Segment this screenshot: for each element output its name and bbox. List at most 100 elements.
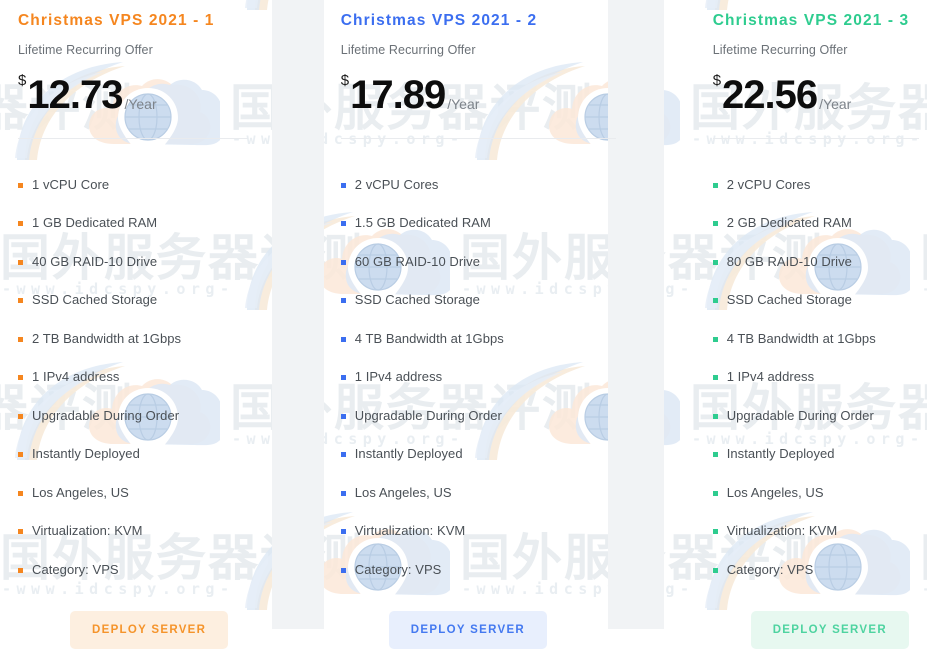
list-item: Los Angeles, US [340, 473, 616, 512]
bullet-square-icon [340, 413, 346, 419]
bullet-square-icon [18, 182, 23, 188]
price-currency-symbol: $ [712, 72, 722, 89]
bullet-square-icon [340, 490, 346, 496]
bullet-square-icon [712, 529, 718, 535]
list-item: 1.5 GB Dedicated RAM [340, 204, 616, 243]
bullet-square-icon [18, 567, 23, 573]
list-item: Upgradable During Order [340, 396, 616, 435]
deploy-server-button[interactable]: Deploy Server [70, 610, 229, 649]
list-item: Upgradable During Order [712, 396, 919, 435]
list-item: 2 GB Dedicated RAM [712, 204, 919, 243]
feature-label: 1 GB Dedicated RAM [32, 215, 158, 231]
bullet-square-icon [712, 452, 718, 458]
feature-label: Category: VPS [32, 561, 119, 577]
feature-label: Virtualization: KVM [32, 523, 143, 539]
feature-label: 1 IPv4 address [726, 369, 815, 385]
feature-label: Instantly Deployed [354, 446, 463, 462]
bullet-square-icon [340, 182, 346, 188]
list-item: 1 GB Dedicated RAM [18, 204, 248, 243]
list-item: 4 TB Bandwidth at 1Gbps [712, 319, 919, 358]
plan-feature-list: 2 vCPU Cores 2 GB Dedicated RAM 80 GB RAID… [712, 139, 919, 589]
feature-label: 4 TB Bandwidth at 1Gbps [726, 330, 876, 346]
list-item: SSD Cached Storage [340, 281, 616, 320]
feature-label: Instantly Deployed [726, 446, 835, 462]
list-item: 4 TB Bandwidth at 1Gbps [340, 319, 616, 358]
list-item: 2 TB Bandwidth at 1Gbps [18, 319, 248, 358]
list-item: 1 IPv4 address [712, 358, 919, 397]
bullet-square-icon [712, 259, 718, 265]
plan-title: Christmas VPS 2021 - 3 [712, 12, 910, 29]
bullet-square-icon [712, 298, 718, 304]
list-item: 1 IPv4 address [340, 358, 616, 397]
price-period: /Year [124, 96, 157, 112]
bullet-square-icon [712, 182, 718, 188]
pricing-plan-card-3: Christmas VPS 2021 - 3 Lifetime Recurring… [680, 0, 927, 649]
price-period: /Year [819, 96, 852, 112]
bullet-square-icon [18, 336, 23, 342]
list-item: Los Angeles, US [712, 473, 919, 512]
feature-label: Virtualization: KVM [354, 523, 466, 539]
price-period: /Year [447, 96, 480, 112]
bullet-square-icon [712, 221, 718, 227]
feature-label: 4 TB Bandwidth at 1Gbps [354, 330, 504, 346]
plan-subtitle: Lifetime Recurring Offer [18, 43, 153, 57]
price-amount: 12.73 [27, 73, 123, 117]
feature-label: SSD Cached Storage [726, 292, 852, 308]
bullet-square-icon [18, 375, 23, 381]
price-amount: 17.89 [350, 73, 446, 117]
list-item: Instantly Deployed [18, 435, 248, 474]
feature-label: 2 GB Dedicated RAM [726, 215, 852, 231]
feature-label: SSD Cached Storage [32, 292, 158, 308]
bullet-square-icon [340, 567, 346, 573]
feature-label: 1 IPv4 address [354, 369, 443, 385]
list-item: 2 vCPU Cores [712, 165, 919, 204]
list-item: Category: VPS [340, 550, 616, 589]
feature-label: Category: VPS [354, 561, 442, 577]
list-item: SSD Cached Storage [18, 281, 248, 320]
plan-inner: Christmas VPS 2021 - 3 Lifetime Recurring… [680, 0, 927, 649]
feature-label: Upgradable During Order [354, 407, 502, 423]
plan-price: $17.89/Year [340, 57, 616, 117]
price-currency-symbol: $ [18, 72, 27, 89]
plan-subtitle: Lifetime Recurring Offer [712, 43, 848, 57]
plan-title: Christmas VPS 2021 - 1 [18, 12, 215, 29]
feature-label: 40 GB RAID-10 Drive [32, 253, 158, 269]
list-item: Category: VPS [712, 550, 919, 589]
bullet-square-icon [340, 452, 346, 458]
bullet-square-icon [18, 452, 23, 458]
feature-label: 60 GB RAID-10 Drive [354, 253, 480, 269]
feature-label: 1 IPv4 address [32, 369, 120, 385]
feature-label: 2 TB Bandwidth at 1Gbps [32, 330, 182, 346]
deploy-server-button[interactable]: Deploy Server [750, 610, 909, 649]
list-item: 2 vCPU Cores [340, 165, 616, 204]
feature-label: Los Angeles, US [354, 484, 452, 500]
plan-inner: Christmas VPS 2021 - 1 Lifetime Recurring… [0, 0, 256, 649]
deploy-button-wrapper: Deploy Server [713, 589, 919, 649]
list-item: 1 IPv4 address [18, 358, 248, 397]
list-item: 1 vCPU Core [18, 165, 248, 204]
plan-title: Christmas VPS 2021 - 2 [340, 12, 538, 29]
bullet-square-icon [18, 221, 23, 227]
feature-label: 2 vCPU Cores [726, 176, 811, 192]
plan-subtitle: Lifetime Recurring Offer [340, 43, 476, 57]
bullet-square-icon [18, 490, 23, 496]
pricing-plan-card-1: Christmas VPS 2021 - 1 Lifetime Recurring… [0, 0, 256, 649]
feature-label: Virtualization: KVM [726, 523, 838, 539]
bullet-square-icon [340, 221, 346, 227]
bullet-square-icon [712, 375, 718, 381]
list-item: 80 GB RAID-10 Drive [712, 242, 919, 281]
deploy-server-button[interactable]: Deploy Server [388, 610, 548, 649]
feature-label: 1.5 GB Dedicated RAM [354, 215, 491, 231]
feature-label: 1 vCPU Core [32, 176, 110, 192]
bullet-square-icon [712, 490, 718, 496]
price-currency-symbol: $ [340, 72, 350, 89]
bullet-square-icon [18, 259, 23, 265]
feature-label: SSD Cached Storage [354, 292, 480, 308]
bullet-square-icon [340, 336, 346, 342]
bullet-square-icon [18, 529, 23, 535]
bullet-square-icon [712, 413, 718, 419]
deploy-button-wrapper: Deploy Server [18, 589, 248, 649]
feature-label: Instantly Deployed [32, 446, 140, 462]
list-item: Instantly Deployed [340, 435, 616, 474]
feature-label: 2 vCPU Cores [354, 176, 439, 192]
